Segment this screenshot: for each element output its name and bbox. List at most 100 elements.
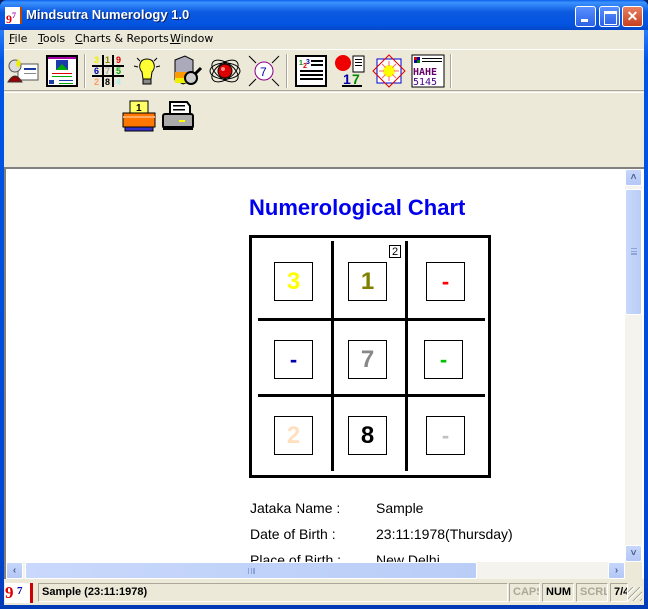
place-of-birth-value: New Delhi bbox=[376, 552, 440, 562]
scroll-down-button[interactable]: ˅ bbox=[625, 545, 642, 562]
menu-tools[interactable]: Tools bbox=[38, 32, 65, 45]
svg-text:7: 7 bbox=[105, 66, 110, 76]
horizontal-scrollbar[interactable]: ‹ › bbox=[6, 562, 625, 579]
toolbar-separator bbox=[450, 54, 452, 88]
grid-cell: 3 bbox=[274, 262, 313, 301]
document-picture-icon bbox=[46, 55, 78, 87]
svg-text:1: 1 bbox=[343, 71, 351, 87]
chart-title: Numerological Chart bbox=[249, 195, 466, 220]
sun-diamond-icon bbox=[372, 54, 406, 88]
document-view: Numerological Chart 2 3 1 - - 7 - 2 8 - bbox=[6, 169, 625, 562]
print-button[interactable] bbox=[161, 100, 195, 134]
svg-text:5: 5 bbox=[116, 66, 121, 76]
scroll-up-button[interactable]: ˄ bbox=[625, 169, 642, 186]
chevron-right-icon: › bbox=[614, 565, 619, 576]
profile-button[interactable] bbox=[6, 54, 40, 88]
sun-chart-button[interactable] bbox=[372, 54, 406, 88]
svg-text:2: 2 bbox=[94, 77, 99, 87]
date-of-birth-value: 23:11:1978(Thursday) bbox=[376, 526, 513, 542]
document-window: Numerological Chart 2 3 1 - - 7 - 2 8 - bbox=[4, 167, 644, 579]
scrollbar-corner bbox=[625, 562, 642, 579]
analyze-button[interactable] bbox=[169, 54, 203, 88]
scroll-left-button[interactable]: ‹ bbox=[6, 562, 23, 579]
status-bar: 97 Sample (23:11:1978) CAPS NUM SCRL 7/4 bbox=[4, 581, 644, 603]
horizontal-scroll-thumb[interactable] bbox=[25, 562, 477, 579]
grid-cell: 7 bbox=[348, 340, 387, 379]
grip-icon bbox=[631, 248, 637, 255]
repeat-count-badge: 2 bbox=[389, 245, 401, 258]
grid-cell: 2 bbox=[274, 416, 313, 455]
svg-text:7: 7 bbox=[352, 71, 360, 87]
status-main-text: Sample (23:11:1978) bbox=[38, 583, 508, 602]
atom-eye-icon bbox=[209, 59, 241, 83]
maximize-icon bbox=[600, 7, 619, 26]
vertical-scroll-thumb[interactable] bbox=[625, 189, 642, 315]
grid-cell: - bbox=[426, 416, 465, 455]
vision-button[interactable] bbox=[208, 54, 242, 88]
menu-window[interactable]: Window bbox=[170, 32, 213, 45]
page-indicator: 7/4 bbox=[610, 583, 628, 602]
svg-text:9: 9 bbox=[116, 55, 121, 65]
toolbar-separator bbox=[84, 54, 86, 88]
number-focus-button[interactable]: 7 bbox=[247, 54, 281, 88]
toolbar-separator bbox=[286, 54, 288, 88]
chevron-left-icon: ‹ bbox=[12, 565, 17, 576]
svg-text:6: 6 bbox=[94, 66, 99, 76]
numerology-report-button[interactable]: 17 bbox=[333, 54, 367, 88]
numerology-grid: 2 3 1 - - 7 - 2 8 - bbox=[249, 235, 491, 478]
number-grid-button[interactable]: 319 675 284 bbox=[91, 54, 125, 88]
light-bulb-icon bbox=[133, 57, 161, 85]
maximize-button[interactable] bbox=[599, 6, 620, 27]
grid-line bbox=[405, 241, 408, 471]
main-toolbar: 319 675 284 7 1 2 3 1 7 HAHE 5145 bbox=[4, 49, 644, 91]
name-number-button[interactable]: HAHE 5145 bbox=[411, 54, 445, 88]
red-dot-seventeen-icon: 17 bbox=[335, 55, 365, 87]
jataka-name-label: Jataka Name : bbox=[250, 500, 341, 516]
grid-cell: - bbox=[274, 340, 313, 379]
seven-star-icon: 7 bbox=[248, 55, 280, 87]
scroll-lock-indicator: SCRL bbox=[576, 583, 608, 602]
grid-line bbox=[331, 241, 334, 471]
person-profile-icon bbox=[7, 58, 39, 83]
app-logo-icon[interactable]: 97 bbox=[5, 7, 22, 26]
document-button[interactable] bbox=[45, 54, 79, 88]
grid-line bbox=[258, 318, 485, 321]
caps-indicator: CAPS bbox=[509, 583, 540, 602]
print-preview-icon: 1 bbox=[122, 100, 156, 132]
app-window: 97 Mindsutra Numerology 1.0 ✕ File Tools… bbox=[0, 0, 648, 609]
svg-text:1: 1 bbox=[105, 55, 110, 65]
numbered-report-icon: 1 23 bbox=[295, 55, 327, 87]
menu-file[interactable]: File bbox=[9, 32, 27, 45]
print-toolbar: 1 bbox=[4, 92, 644, 166]
menu-charts-reports[interactable]: Charts & Reports bbox=[75, 32, 169, 45]
eraser-magnifier-icon bbox=[174, 55, 203, 85]
svg-text:4: 4 bbox=[116, 77, 121, 87]
vertical-scrollbar[interactable]: ˄ ˅ bbox=[625, 169, 642, 562]
svg-text:7: 7 bbox=[260, 65, 267, 79]
resize-grip[interactable] bbox=[628, 587, 642, 601]
numbered-report-button[interactable]: 123 bbox=[294, 54, 328, 88]
scroll-right-button[interactable]: › bbox=[608, 562, 625, 579]
svg-text:5145: 5145 bbox=[413, 77, 437, 88]
app-logo-icon: 97 bbox=[5, 583, 33, 603]
client-area: File Tools Charts & Reports Window 3 1 9… bbox=[4, 30, 644, 605]
chevron-down-icon: ˅ bbox=[630, 548, 637, 559]
print-preview-button[interactable]: 1 bbox=[122, 100, 156, 134]
chevron-up-icon: ˄ bbox=[630, 172, 637, 183]
title-bar[interactable]: 97 Mindsutra Numerology 1.0 ✕ bbox=[0, 0, 648, 30]
svg-text:3: 3 bbox=[306, 59, 310, 66]
insight-button[interactable] bbox=[130, 54, 164, 88]
grip-icon bbox=[248, 568, 255, 574]
close-button[interactable]: ✕ bbox=[622, 6, 643, 27]
grid-cell: 8 bbox=[348, 416, 387, 455]
svg-text:1: 1 bbox=[136, 103, 142, 114]
number-grid-icon: 319 675 284 bbox=[92, 55, 124, 87]
printer-icon bbox=[162, 101, 194, 130]
date-of-birth-label: Date of Birth : bbox=[250, 526, 336, 542]
grid-cell: - bbox=[424, 340, 463, 379]
minimize-button[interactable] bbox=[575, 6, 596, 27]
num-indicator: NUM bbox=[542, 583, 574, 602]
grid-line bbox=[258, 394, 485, 397]
menu-bar: File Tools Charts & Reports Window bbox=[4, 30, 644, 48]
place-of-birth-label: Place of Birth : bbox=[250, 552, 342, 562]
